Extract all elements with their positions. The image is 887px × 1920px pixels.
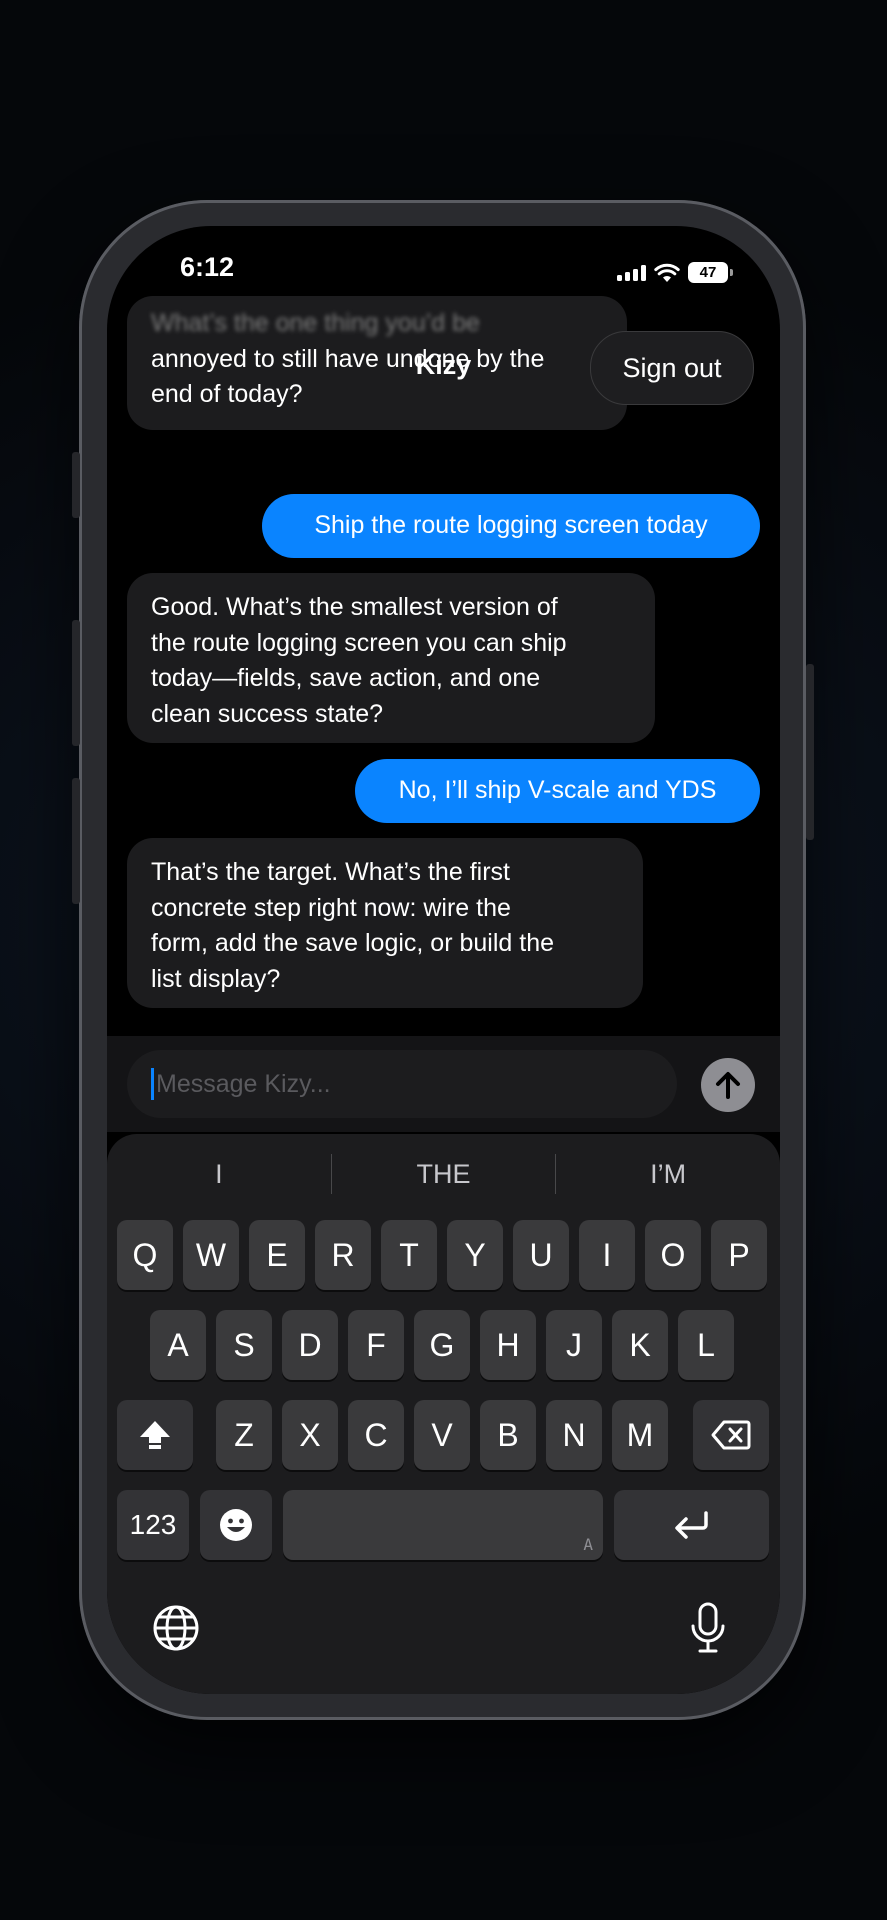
key-y[interactable]: Y — [447, 1220, 503, 1290]
message-placeholder: Message Kizy... — [156, 1069, 331, 1098]
emoji-icon — [220, 1509, 252, 1541]
key-r[interactable]: R — [315, 1220, 371, 1290]
suggestion-2[interactable]: THE — [332, 1159, 556, 1190]
message-input[interactable]: Message Kizy... — [127, 1050, 677, 1118]
key-b[interactable]: B — [480, 1400, 536, 1470]
numbers-key[interactable]: 123 — [117, 1490, 189, 1560]
text-caret — [151, 1068, 154, 1100]
phone-screen: 6:12 47 What’s the one thing you’d be an… — [107, 226, 780, 1694]
key-v[interactable]: V — [414, 1400, 470, 1470]
message-line: list display? — [151, 964, 281, 993]
key-z[interactable]: Z — [216, 1400, 272, 1470]
message-line: clean success state? — [151, 699, 384, 728]
suggestion-3[interactable]: I’M — [556, 1159, 780, 1190]
composer-bar: Message Kizy... — [107, 1036, 780, 1132]
wifi-icon — [654, 263, 680, 282]
message-user-1: Ship the route logging screen today — [262, 494, 760, 558]
shift-icon — [140, 1421, 170, 1449]
globe-key[interactable] — [152, 1604, 200, 1657]
key-o[interactable]: O — [645, 1220, 701, 1290]
battery-indicator: 47 — [688, 262, 733, 283]
power-button — [806, 664, 814, 840]
message-line: That’s the target. What’s the first — [151, 858, 510, 886]
volume-up-button — [72, 620, 80, 746]
microphone-icon — [691, 1602, 725, 1653]
sign-out-button[interactable]: Sign out — [590, 331, 754, 405]
key-u[interactable]: U — [513, 1220, 569, 1290]
key-c[interactable]: C — [348, 1400, 404, 1470]
suggestion-1[interactable]: I — [107, 1159, 331, 1190]
message-line: end of today? — [151, 380, 303, 408]
key-x[interactable]: X — [282, 1400, 338, 1470]
message-line: today—fields, save action, and one — [151, 664, 541, 692]
delete-key[interactable] — [693, 1400, 769, 1470]
key-q[interactable]: Q — [117, 1220, 173, 1290]
key-d[interactable]: D — [282, 1310, 338, 1380]
backspace-icon — [711, 1420, 751, 1450]
return-key[interactable] — [614, 1490, 769, 1560]
key-k[interactable]: K — [612, 1310, 668, 1380]
status-time: 6:12 — [180, 252, 235, 282]
volume-down-button — [72, 778, 80, 904]
message-line: What’s the one thing you’d be — [151, 309, 480, 337]
dictation-key[interactable] — [690, 1602, 726, 1659]
space-key[interactable]: A — [283, 1490, 603, 1560]
message-line: concrete step right now: wire the — [151, 893, 511, 922]
arrow-up-icon — [716, 1072, 740, 1099]
key-n[interactable]: N — [546, 1400, 602, 1470]
key-h[interactable]: H — [480, 1310, 536, 1380]
message-bot-2: Good. What’s the smallest version of the… — [127, 573, 655, 743]
key-j[interactable]: J — [546, 1310, 602, 1380]
message-line: the route logging screen you can ship — [151, 628, 567, 657]
message-bot-3: That’s the target. What’s the first conc… — [127, 838, 643, 1008]
action-button — [72, 452, 80, 518]
key-t[interactable]: T — [381, 1220, 437, 1290]
message-line: Good. What’s the smallest version of — [151, 593, 558, 621]
space-language-hint: A — [583, 1535, 593, 1554]
key-i[interactable]: I — [579, 1220, 635, 1290]
key-l[interactable]: L — [678, 1310, 734, 1380]
status-icons: 47 — [617, 262, 733, 283]
key-a[interactable]: A — [150, 1310, 206, 1380]
keyboard: I THE I’M Q W E R T Y U I O P A S D F G … — [107, 1134, 780, 1694]
message-line: form, add the save logic, or build the — [151, 929, 555, 957]
key-g[interactable]: G — [414, 1310, 470, 1380]
message-user-2: No, I’ll ship V-scale and YDS — [355, 759, 760, 823]
globe-icon — [153, 1605, 199, 1651]
shift-key[interactable] — [117, 1400, 193, 1470]
key-e[interactable]: E — [249, 1220, 305, 1290]
key-p[interactable]: P — [711, 1220, 767, 1290]
cellular-signal-icon — [617, 264, 646, 281]
suggestion-bar: I THE I’M — [107, 1134, 780, 1214]
key-w[interactable]: W — [183, 1220, 239, 1290]
key-f[interactable]: F — [348, 1310, 404, 1380]
send-button[interactable] — [701, 1058, 755, 1112]
key-m[interactable]: M — [612, 1400, 668, 1470]
return-icon — [674, 1511, 708, 1539]
key-s[interactable]: S — [216, 1310, 272, 1380]
emoji-key[interactable] — [200, 1490, 272, 1560]
